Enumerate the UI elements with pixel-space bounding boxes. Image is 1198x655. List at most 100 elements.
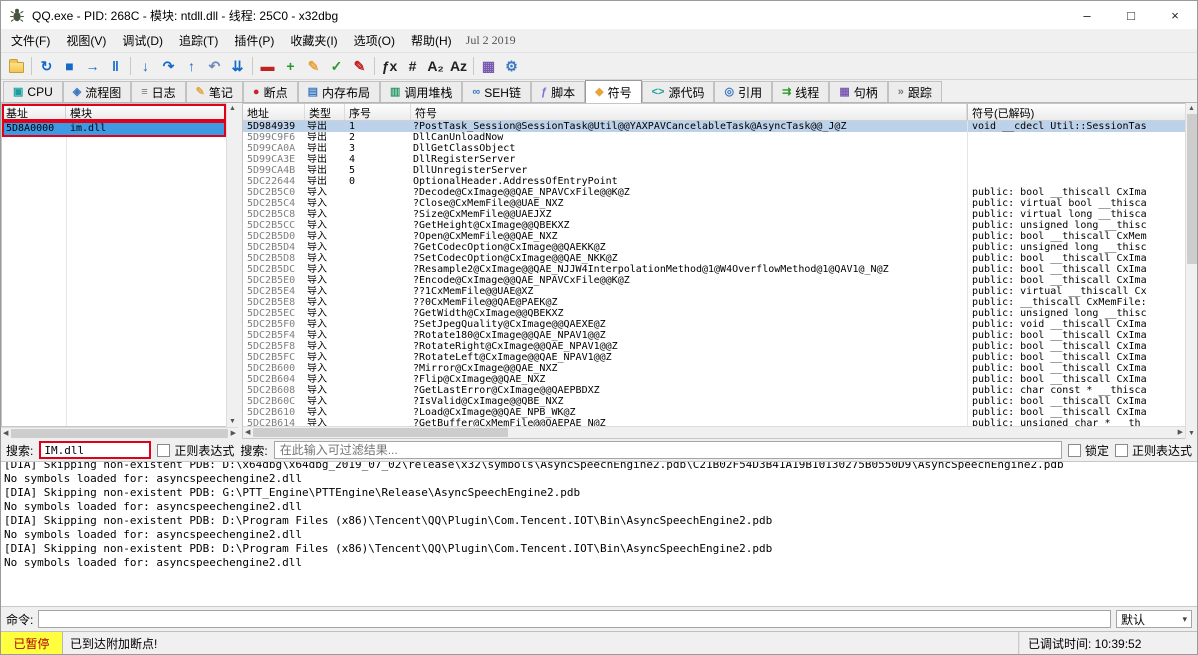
symbols-horizontal-scrollbar[interactable]: ◀ ▶ (243, 426, 1185, 438)
title-bar[interactable]: QQ.exe - PID: 268C - 模块: ntdll.dll - 线程:… (1, 1, 1197, 29)
symbol-row[interactable]: 5DC2B5E0导入?Encode@CxImage@@QAE_NPAVCxFil… (243, 275, 1185, 286)
symbol-row[interactable]: 5DC2B604导入?Flip@CxImage@@QAE_NXZpublic: … (243, 374, 1185, 385)
restart-button[interactable]: ↻ (35, 55, 58, 78)
symbol-row[interactable]: 5D99CA4B导出5DllUnregisterServer (243, 165, 1185, 176)
log-view[interactable]: [DIA] Skipping non-existent PDB: D:\x64d… (1, 461, 1197, 607)
symbols-header-decoded[interactable]: 符号(已解码) (967, 104, 1185, 120)
scroll-thumb[interactable] (1187, 114, 1197, 264)
menu-item[interactable]: 文件(F) (3, 28, 58, 53)
symbol-row[interactable]: 5DC2B5CC导入?GetHeight@CxImage@@QBEKXZpubl… (243, 220, 1185, 231)
tab-trace[interactable]: »跟踪 (888, 81, 942, 102)
run-to-return-button[interactable]: ↑ (180, 55, 203, 78)
symbol-search-input[interactable] (274, 441, 1062, 459)
symbols-table-header[interactable]: 地址 类型 序号 符号 符号(已解码) (243, 104, 1185, 121)
hide-debugger-button[interactable]: ▬ (256, 55, 279, 78)
symbol-row[interactable]: 5DC2B600导入?Mirror@CxImage@@QAE_NXZpublic… (243, 363, 1185, 374)
animate-button[interactable]: ⇊ (226, 55, 249, 78)
strings-az-button[interactable]: Az (447, 55, 470, 78)
lock-checkbox[interactable] (1068, 444, 1081, 457)
symbol-row[interactable]: 5DC2B5F4导入?Rotate180@CxImage@@QAE_NPAV1@… (243, 330, 1185, 341)
tab-references[interactable]: ◎引用 (714, 81, 772, 102)
tab-graph[interactable]: ◈流程图 (63, 81, 131, 102)
tab-memory-map[interactable]: ▤内存布局 (298, 81, 380, 102)
scroll-thumb[interactable] (11, 429, 227, 438)
symbol-row[interactable]: 5DC2B5D0导入?Open@CxMemFile@@QAE_NXZpublic… (243, 231, 1185, 242)
scroll-left-icon[interactable]: ◀ (1, 428, 10, 439)
favourites-check-button[interactable]: ✓ (325, 55, 348, 78)
symbol-row[interactable]: 5DC2B610导入?Load@CxImage@@QAE_NPB_WK@Zpub… (243, 407, 1185, 418)
scroll-left-icon[interactable]: ◀ (243, 427, 252, 438)
symbol-row[interactable]: 5DC2B614导入?GetBuffer@CxMemFile@@QAEPAE_N… (243, 418, 1185, 426)
symbols-header-type[interactable]: 类型 (305, 104, 345, 120)
tab-notes[interactable]: ✎笔记 (186, 81, 243, 102)
menu-item[interactable]: 收藏夹(I) (282, 28, 345, 53)
symbol-row[interactable]: 5DC2B5D8导入?SetCodecOption@CxImage@@QAE_N… (243, 253, 1185, 264)
symbols-table[interactable]: 地址 类型 序号 符号 符号(已解码) 5D984939导出1?PostTask… (242, 103, 1185, 439)
symbol-row[interactable]: 5DC2B5DC导入?Resample2@CxImage@@QAE_NJJW4I… (243, 264, 1185, 275)
tab-cpu[interactable]: ▣CPU (3, 81, 63, 102)
symbol-row[interactable]: 5DC2B608导入?GetLastError@CxImage@@QAEPBDX… (243, 385, 1185, 396)
modules-table-header[interactable]: 基址 模块 (2, 104, 226, 121)
scroll-right-icon[interactable]: ▶ (1176, 427, 1185, 438)
modules-header-module[interactable]: 模块 (66, 104, 226, 120)
tab-symbols[interactable]: ◆符号 (585, 80, 641, 103)
symbol-row[interactable]: 5D99CA0A导出3DllGetClassObject (243, 143, 1185, 154)
symbol-row[interactable]: 5DC2B5C4导入?Close@CxMemFile@@UAE_NXZpubli… (243, 198, 1185, 209)
profile-dropdown[interactable]: 默认 ▾ (1116, 610, 1192, 628)
menu-item[interactable]: 选项(O) (346, 28, 403, 53)
symbols-header-ordinal[interactable]: 序号 (345, 104, 411, 120)
scroll-thumb[interactable] (253, 428, 508, 437)
symbols-vertical-scrollbar[interactable]: ▲ ▼ (1185, 103, 1197, 439)
close-button[interactable]: × (1153, 1, 1197, 29)
module-regex-checkbox[interactable] (157, 444, 170, 457)
open-file-button[interactable] (5, 55, 28, 78)
menu-item[interactable]: 追踪(T) (171, 28, 226, 53)
tab-log[interactable]: ≡日志 (131, 81, 185, 102)
scroll-down-icon[interactable]: ▼ (1186, 428, 1197, 439)
scroll-down-icon[interactable]: ▼ (227, 416, 238, 427)
memory-map-button[interactable]: ▦ (477, 55, 500, 78)
menu-item[interactable]: 调试(D) (114, 28, 171, 53)
modules-table[interactable]: 基址 模块 5D8A0000 im.dll (1, 103, 226, 427)
tab-seh[interactable]: ∞SEH链 (462, 81, 531, 102)
menu-item[interactable]: 插件(P) (226, 28, 282, 53)
step-over-button[interactable]: ↷ (157, 55, 180, 78)
symbol-row[interactable]: 5DC2B5FC导入?RotateLeft@CxImage@@QAE_NPAV1… (243, 352, 1185, 363)
tab-threads[interactable]: ⇉线程 (772, 81, 829, 102)
symbols-header-symbol[interactable]: 符号 (411, 104, 967, 120)
scroll-up-icon[interactable]: ▲ (1186, 103, 1197, 114)
modules-horizontal-scrollbar[interactable]: ◀ ▶ (1, 427, 238, 439)
symbol-row[interactable]: 5DC2B5E8导入??0CxMemFile@@QAE@PAEK@Zpublic… (243, 297, 1185, 308)
patch-button[interactable]: + (279, 55, 302, 78)
comment-button[interactable]: ✎ (302, 55, 325, 78)
tab-source-code[interactable]: <>源代码 (642, 81, 715, 102)
stop-button[interactable]: ■ (58, 55, 81, 78)
maximize-button[interactable]: □ (1109, 1, 1153, 29)
run-button[interactable]: → (81, 55, 104, 78)
minimize-button[interactable]: – (1065, 1, 1109, 29)
tab-handles[interactable]: ▦句柄 (829, 81, 887, 102)
modules-vertical-scrollbar[interactable]: ▲ ▼ (226, 103, 238, 427)
module-row-selected[interactable]: 5D8A0000 im.dll (2, 121, 226, 137)
hash-button[interactable]: # (401, 55, 424, 78)
symbols-header-address[interactable]: 地址 (243, 104, 305, 120)
symbol-row[interactable]: 5D99C9F6导出2DllCanUnloadNow (243, 132, 1185, 143)
symbol-row[interactable]: 5DC2B5E4导入??1CxMemFile@@UAE@XZpublic: vi… (243, 286, 1185, 297)
scroll-up-icon[interactable]: ▲ (227, 103, 238, 114)
highlight-pen-button[interactable]: ✎ (348, 55, 371, 78)
settings-gear-button[interactable]: ⚙ (500, 55, 523, 78)
menu-item[interactable]: 帮助(H) (403, 28, 460, 53)
modules-header-base[interactable]: 基址 (2, 104, 66, 120)
step-into-button[interactable]: ↓ (134, 55, 157, 78)
step-back-button[interactable]: ↶ (203, 55, 226, 78)
symbol-row[interactable]: 5DC2B5F0导入?SetJpegQuality@CxImage@@QAEXE… (243, 319, 1185, 330)
scroll-right-icon[interactable]: ▶ (229, 428, 238, 439)
symbol-row[interactable]: 5D99CA3E导出4DllRegisterServer (243, 154, 1185, 165)
symbol-row[interactable]: 5DC2B5C0导入?Decode@CxImage@@QAE_NPAVCxFil… (243, 187, 1185, 198)
symbol-row[interactable]: 5DC2B5EC导入?GetWidth@CxImage@@QBEKXZpubli… (243, 308, 1185, 319)
trace-fx-button[interactable]: ƒx (378, 55, 401, 78)
symbol-row[interactable]: 5DC22644导出0OptionalHeader.AddressOfEntry… (243, 176, 1185, 187)
tab-breakpoints[interactable]: ●断点 (243, 81, 298, 102)
menu-item[interactable]: 视图(V) (58, 28, 114, 53)
module-search-input[interactable] (39, 441, 151, 459)
